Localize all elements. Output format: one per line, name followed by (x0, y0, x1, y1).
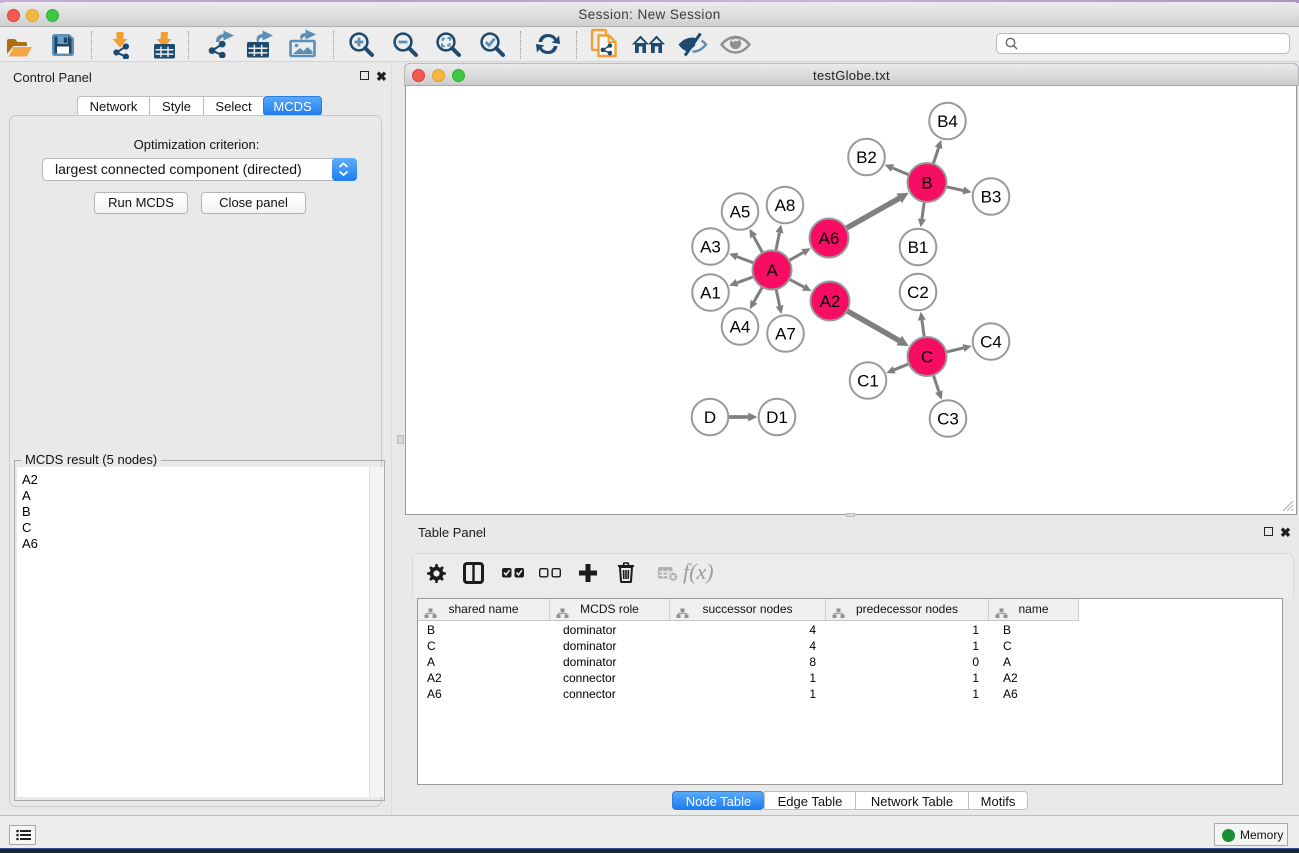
svg-text:B3: B3 (981, 188, 1002, 207)
svg-text:B: B (921, 174, 932, 193)
svg-text:A5: A5 (730, 203, 751, 222)
svg-text:C: C (921, 348, 933, 367)
svg-text:C1: C1 (857, 372, 879, 391)
svg-text:A3: A3 (700, 238, 721, 257)
svg-text:C2: C2 (907, 283, 929, 302)
svg-text:B1: B1 (908, 238, 929, 257)
svg-text:A4: A4 (730, 318, 751, 337)
svg-text:B4: B4 (937, 112, 958, 131)
svg-text:A1: A1 (700, 284, 721, 303)
svg-text:C3: C3 (937, 410, 959, 429)
svg-text:D1: D1 (766, 408, 788, 427)
svg-text:D: D (704, 408, 716, 427)
svg-text:B2: B2 (856, 148, 877, 167)
svg-text:A6: A6 (819, 229, 840, 248)
svg-text:A: A (766, 261, 778, 280)
svg-text:C4: C4 (980, 333, 1002, 352)
svg-text:A7: A7 (775, 325, 796, 344)
svg-text:A2: A2 (820, 292, 841, 311)
svg-text:f(x): f(x) (683, 561, 714, 584)
svg-text:A8: A8 (775, 196, 796, 215)
